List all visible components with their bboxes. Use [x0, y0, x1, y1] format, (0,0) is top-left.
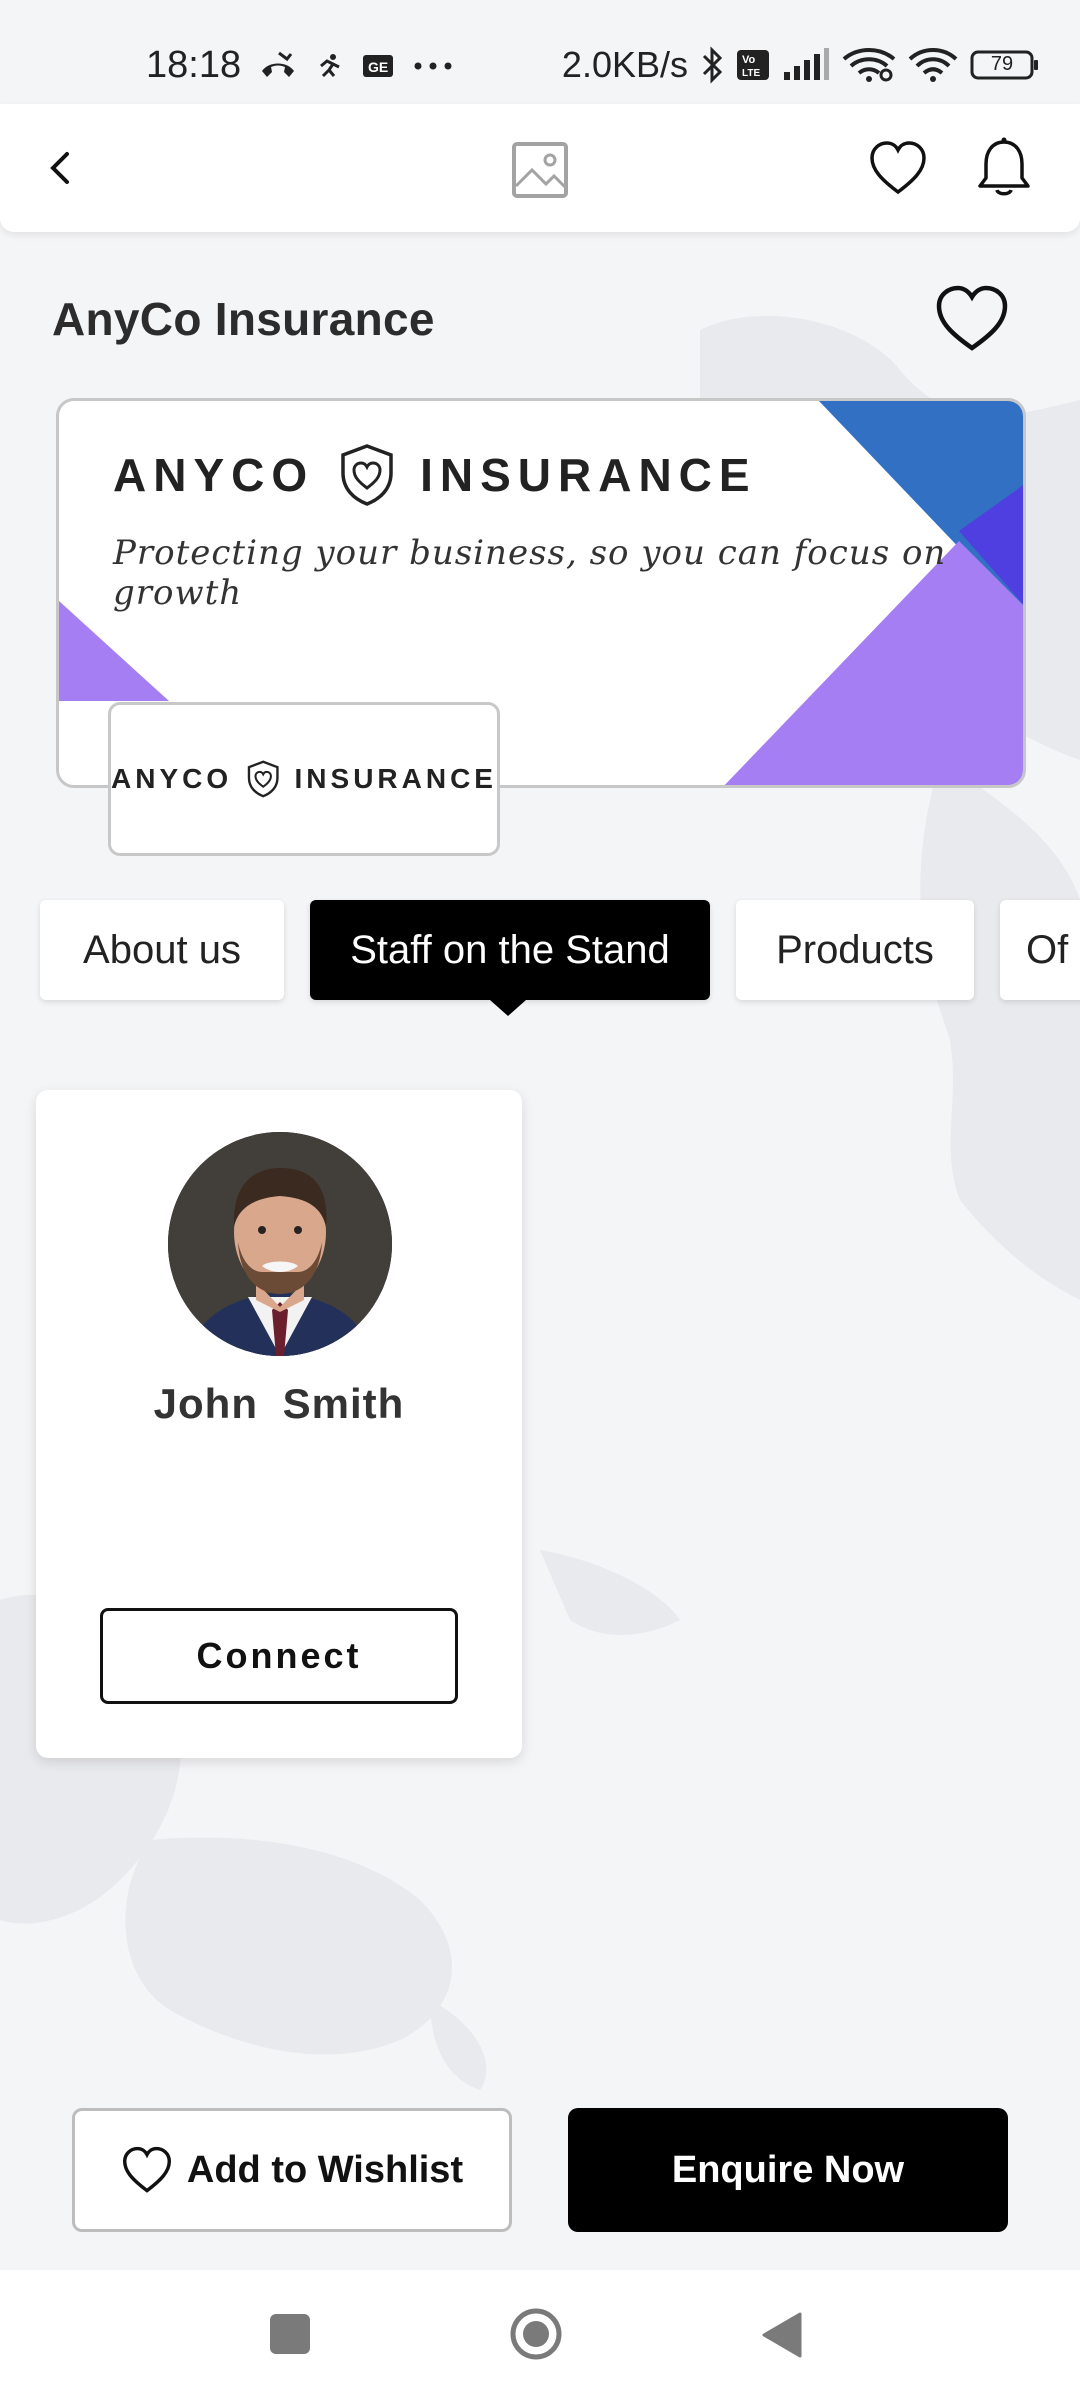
- sim-icon: GE: [361, 53, 395, 79]
- bell-icon[interactable]: [974, 136, 1034, 198]
- exhibitor-favorite-heart-icon[interactable]: [934, 284, 1010, 354]
- favorite-heart-icon[interactable]: [868, 140, 928, 196]
- banner-tagline: Protecting your business, so you can foc…: [113, 533, 947, 613]
- staff-first-name: John: [153, 1380, 258, 1427]
- connect-button[interactable]: Connect: [100, 1608, 458, 1704]
- volte-icon: Vo LTE: [736, 49, 770, 81]
- bluetooth-icon: [700, 46, 724, 84]
- svg-text:Vo: Vo: [742, 54, 756, 66]
- signal-icon: [782, 48, 830, 82]
- status-bar: 18:18 GE 2.0KB/s Vo LTE 79: [0, 0, 1080, 100]
- nav-back-icon[interactable]: [760, 2310, 804, 2360]
- logo-brand-left: ANYCO: [111, 763, 233, 794]
- network-speed: 2.0KB/s: [561, 44, 688, 85]
- staff-last-name: Smith: [282, 1380, 405, 1427]
- section-tabs: About us Staff on the Stand Products Of: [0, 896, 1080, 1016]
- app-top-bar: [0, 104, 1080, 232]
- tab-staff-on-the-stand[interactable]: Staff on the Stand: [310, 900, 710, 1000]
- staff-card: John Smith Connect: [36, 1090, 522, 1758]
- heart-icon: [122, 2146, 171, 2193]
- shield-heart-icon: [247, 760, 279, 798]
- more-dots-icon: [413, 61, 453, 71]
- wifi-icon: [908, 47, 958, 83]
- enquire-now-button[interactable]: Enquire Now: [568, 2108, 1008, 2232]
- missed-call-icon: [259, 51, 297, 81]
- status-time: 18:18: [146, 44, 242, 86]
- banner-brand-right: INSURANCE: [420, 449, 757, 501]
- battery-icon: 79: [970, 50, 1040, 80]
- shield-heart-icon: [341, 444, 393, 506]
- wishlist-label: Add to Wishlist: [186, 2148, 464, 2191]
- tab-about-us[interactable]: About us: [40, 900, 284, 1000]
- logo-brand-right: INSURANCE: [294, 763, 497, 794]
- svg-text:GE: GE: [368, 59, 388, 75]
- home-icon[interactable]: [508, 2306, 564, 2362]
- image-placeholder-icon: [512, 142, 568, 198]
- tab-products[interactable]: Products: [736, 900, 974, 1000]
- avatar: [168, 1132, 392, 1356]
- banner-brand: ANYCO INSURANCE: [113, 443, 757, 507]
- recents-button[interactable]: [270, 2314, 310, 2354]
- staff-name: John Smith: [36, 1380, 522, 1428]
- active-tab-pointer: [490, 1000, 526, 1016]
- system-nav-bar: [0, 2270, 1080, 2400]
- staff-photo: [168, 1132, 392, 1356]
- tab-offers[interactable]: Of: [1000, 900, 1080, 1000]
- back-button[interactable]: [34, 142, 86, 194]
- exhibitor-logo-card: ANYCO INSURANCE: [108, 702, 500, 856]
- wifi-link-icon: [842, 47, 896, 83]
- add-to-wishlist-button[interactable]: Add to Wishlist: [72, 2108, 512, 2232]
- exhibitor-title: AnyCo Insurance: [52, 293, 435, 345]
- back-icon: [50, 152, 69, 184]
- battery-level: 79: [990, 53, 1014, 75]
- svg-text:LTE: LTE: [742, 68, 760, 79]
- running-icon: [315, 52, 343, 80]
- banner-brand-left: ANYCO: [113, 449, 315, 501]
